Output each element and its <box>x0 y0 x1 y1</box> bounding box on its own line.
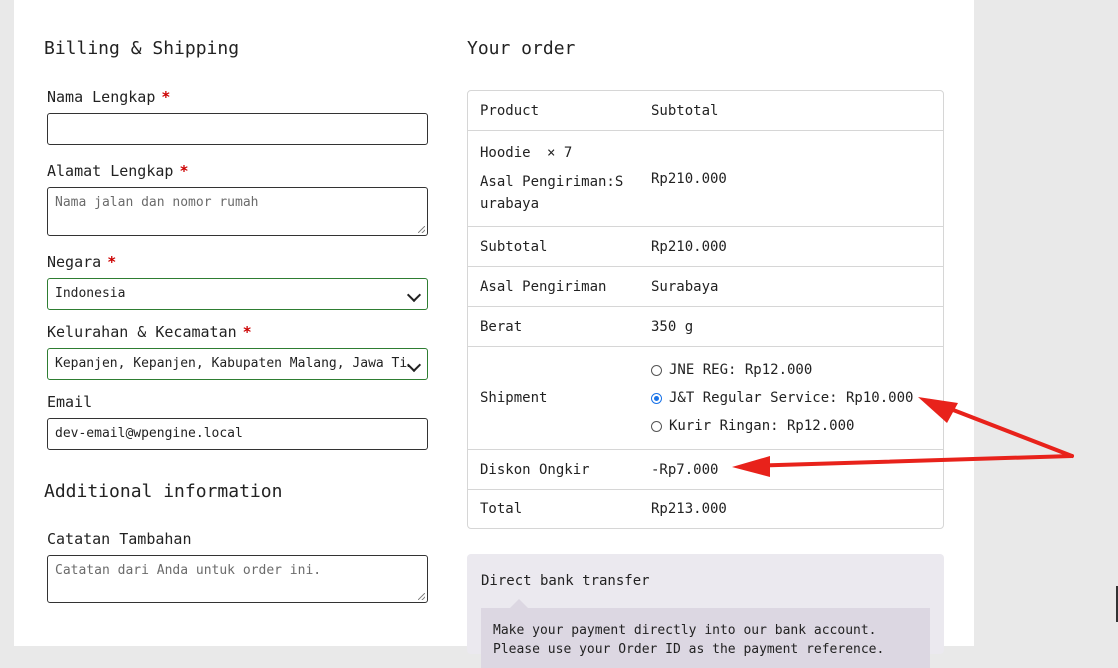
annotation-arrow-discount <box>732 454 1074 477</box>
annotation-arrows <box>732 397 1074 477</box>
annotation-arrow-shipment <box>918 397 1074 458</box>
